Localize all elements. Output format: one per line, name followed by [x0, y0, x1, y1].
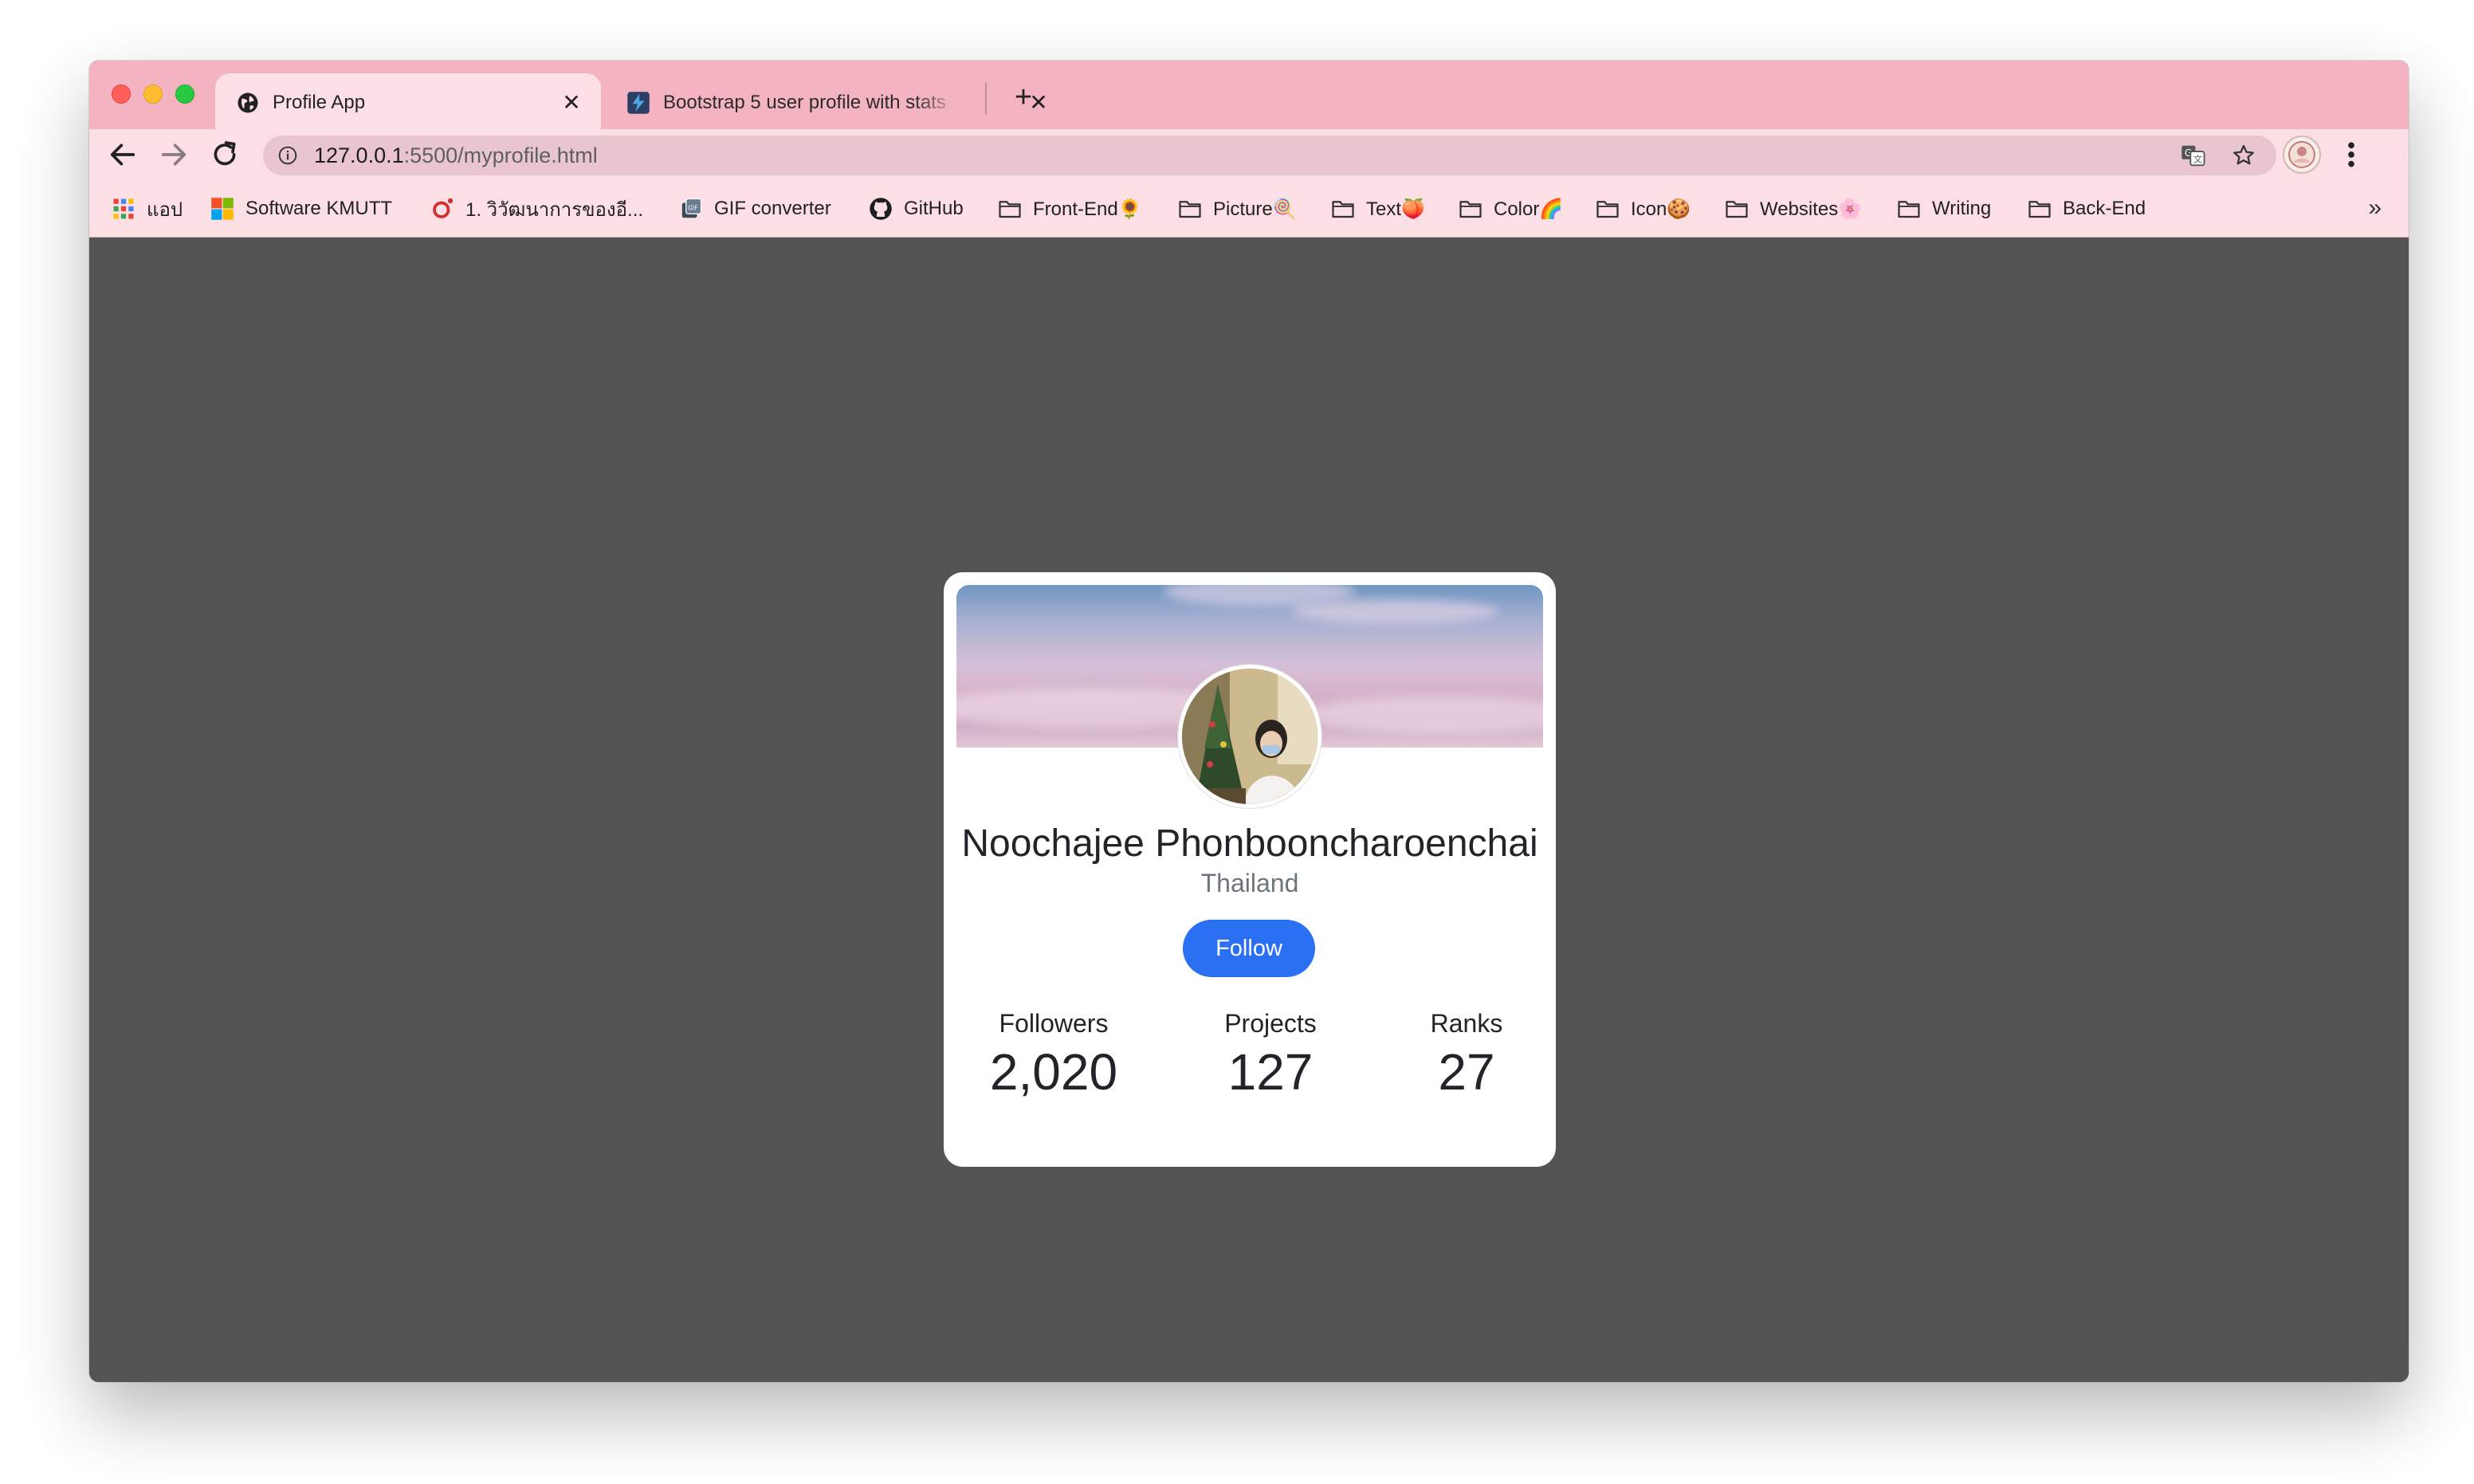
bookmark-label: Front-End🌻 — [1033, 198, 1142, 220]
bookmark-label: Text🍑 — [1366, 198, 1425, 220]
follow-button[interactable]: Follow — [1183, 920, 1315, 977]
translate-icon[interactable]: G 文 — [2181, 143, 2206, 167]
bookmark-folder-writing[interactable]: Writing — [1897, 196, 1991, 222]
bookmark-label: Software KMUTT — [245, 198, 393, 219]
folder-icon — [1596, 201, 1619, 218]
folder-icon — [2028, 201, 2051, 218]
folder-icon — [1726, 201, 1748, 218]
stat-label: Followers — [999, 1009, 1109, 1038]
folder-icon — [999, 201, 1021, 218]
stat-followers: Followers 2,020 — [966, 1007, 1141, 1101]
microsoft-logo-icon — [211, 198, 234, 220]
bookmark-label: Back-End — [2063, 198, 2146, 219]
github-icon — [870, 198, 892, 220]
url-host: 127.0.0.1 — [314, 143, 404, 167]
profile-avatar-button[interactable] — [2283, 135, 2321, 174]
toolbar: 127.0.0.1:5500/myprofile.html G 文 — [89, 129, 2409, 182]
close-window-button[interactable] — [112, 84, 131, 104]
tab-bootstrap-profile[interactable]: Bootstrap 5 user profile with stats ✕ — [606, 73, 1068, 129]
bookmark-folder-text[interactable]: Text🍑 — [1331, 196, 1425, 222]
url-text: 127.0.0.1:5500/myprofile.html — [314, 143, 598, 167]
bookmark-label: GitHub — [904, 198, 964, 219]
bookmark-label: Picture🍭 — [1213, 198, 1297, 220]
profile-name: Noochajee Phonbooncharoenchai — [961, 822, 1538, 865]
tab-title: Profile App — [273, 92, 366, 113]
globe-icon — [238, 92, 258, 113]
back-arrow-icon[interactable] — [107, 139, 139, 171]
tab-strip: Profile App ✕ Bootstrap 5 user profile w… — [89, 61, 2409, 129]
bookmark-label: Color🌈 — [1494, 198, 1564, 220]
svg-text:文: 文 — [2193, 154, 2202, 165]
bookmark-apps[interactable]: แอป — [112, 196, 183, 222]
bookmark-github[interactable]: GitHub — [869, 196, 964, 222]
bookmark-folder-back-end[interactable]: Back-End — [2028, 196, 2146, 222]
apps-grid-icon — [113, 198, 134, 219]
address-bar[interactable]: 127.0.0.1:5500/myprofile.html G 文 — [263, 135, 2276, 175]
bookmark-thai-article[interactable]: 1. วิวัฒนาการของอี... — [430, 196, 643, 222]
stat-value: 2,020 — [989, 1043, 1118, 1101]
bookmarks-bar: แอป Software KMUTT 1. วิวัฒนาการของอี...… — [89, 182, 2409, 238]
stat-label: Ranks — [1430, 1009, 1503, 1038]
bookmark-folder-front-end[interactable]: Front-End🌻 — [998, 196, 1142, 222]
bookmark-label: 1. วิวัฒนาการของอี... — [465, 198, 644, 221]
stat-label: Projects — [1224, 1009, 1317, 1038]
gif-converter-icon: GIF — [681, 198, 702, 218]
folder-icon — [1179, 201, 1201, 218]
more-menu-icon[interactable] — [2345, 139, 2358, 171]
stat-value: 127 — [1227, 1043, 1314, 1101]
folder-icon — [1332, 201, 1354, 218]
bookmark-folder-icon[interactable]: Icon🍪 — [1596, 196, 1691, 222]
url-path: :5500/myprofile.html — [403, 143, 598, 167]
tab-profile-app[interactable]: Profile App ✕ — [215, 73, 601, 129]
bookmark-label: แอป — [147, 198, 183, 221]
site-favicon-icon — [433, 198, 454, 218]
bookmark-label: GIF converter — [714, 198, 831, 219]
maximize-window-button[interactable] — [175, 84, 194, 104]
profile-country: Thailand — [1200, 869, 1299, 897]
minimize-window-button[interactable] — [143, 84, 163, 104]
bookmark-label: Websites🌸 — [1760, 198, 1863, 220]
bookmark-label: Icon🍪 — [1631, 198, 1691, 220]
folder-icon — [1898, 201, 1920, 218]
stat-projects: Projects 127 — [1183, 1007, 1358, 1101]
reload-icon[interactable] — [209, 139, 241, 171]
svg-text:GIF: GIF — [688, 204, 697, 211]
profile-photo — [1182, 669, 1318, 804]
site-info-icon[interactable] — [277, 145, 298, 166]
browser-window: Profile App ✕ Bootstrap 5 user profile w… — [89, 61, 2409, 1382]
avatar — [1178, 665, 1321, 808]
tab-title: Bootstrap 5 user profile with stats — [663, 92, 946, 113]
bookmark-folder-picture[interactable]: Picture🍭 — [1178, 196, 1297, 222]
folder-icon — [1459, 201, 1482, 218]
profile-avatar-icon — [2288, 141, 2315, 168]
bookmark-folder-color[interactable]: Color🌈 — [1459, 196, 1563, 222]
new-tab-button[interactable]: + — [1006, 80, 1041, 115]
profile-card: Noochajee Phonbooncharoenchai Thailand F… — [944, 572, 1556, 1167]
forward-arrow-icon[interactable] — [158, 139, 190, 171]
bookmark-software-kmutt[interactable]: Software KMUTT — [210, 196, 392, 222]
bookmark-label: Writing — [1932, 198, 1992, 219]
bookmark-folder-websites[interactable]: Websites🌸 — [1725, 196, 1862, 222]
stat-ranks: Ranks 27 — [1379, 1007, 1554, 1101]
bootstrap-site-icon — [627, 92, 650, 114]
stat-value: 27 — [1438, 1043, 1495, 1101]
page-viewport: Noochajee Phonbooncharoenchai Thailand F… — [89, 238, 2409, 1382]
bookmarks-overflow-button[interactable]: » — [2368, 194, 2382, 222]
tab-separator — [985, 83, 987, 115]
bookmark-star-icon[interactable] — [2232, 143, 2256, 167]
bookmark-gif-converter[interactable]: GIF GIF converter — [679, 196, 831, 222]
close-tab-icon[interactable]: ✕ — [560, 91, 583, 115]
